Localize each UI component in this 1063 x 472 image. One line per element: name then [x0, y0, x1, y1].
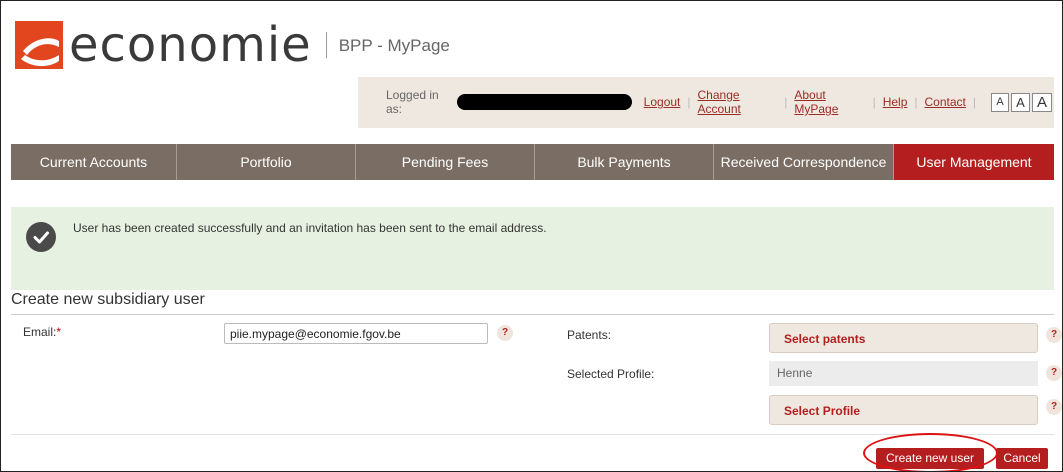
link-separator: | — [972, 95, 976, 109]
select-patents-button[interactable]: Select patents — [769, 323, 1038, 353]
form-footer-divider — [11, 434, 1054, 435]
font-small-button[interactable]: A — [991, 92, 1009, 112]
app-name: BPP - MyPage — [338, 36, 450, 55]
header-logo[interactable]: economie BPP - MyPage — [15, 15, 450, 75]
patents-label: Patents: — [567, 328, 612, 342]
select-profile-button[interactable]: Select Profile — [769, 395, 1038, 425]
link-separator: | — [872, 95, 876, 109]
page: economie BPP - MyPage Logged in as: Logo… — [0, 0, 1063, 472]
main-nav: Current Accounts Portfolio Pending Fees … — [11, 144, 1054, 180]
link-separator: | — [687, 95, 691, 109]
user-bar: Logged in as: Logout | Change Account | … — [358, 77, 1054, 128]
selected-profile-field: Henne — [769, 361, 1038, 386]
redacted-username — [456, 94, 632, 110]
help-link[interactable]: Help — [883, 95, 908, 109]
tab-current-accounts[interactable]: Current Accounts — [11, 144, 177, 180]
user-links: Logout | Change Account | About MyPage |… — [644, 88, 983, 116]
logo-text: economie — [69, 17, 312, 73]
logged-in-label: Logged in as: — [386, 88, 439, 116]
check-icon — [26, 222, 56, 252]
email-label: Email:* — [23, 325, 62, 339]
about-mypage-link[interactable]: About MyPage — [794, 88, 865, 116]
divider — [11, 314, 1054, 315]
change-account-link[interactable]: Change Account — [698, 88, 778, 116]
selected-profile-label: Selected Profile: — [567, 367, 655, 381]
link-separator: | — [914, 95, 918, 109]
tab-portfolio[interactable]: Portfolio — [177, 144, 356, 180]
email-field[interactable] — [224, 323, 488, 344]
create-new-user-button[interactable]: Create new user — [876, 448, 984, 469]
tab-pending-fees[interactable]: Pending Fees — [356, 144, 535, 180]
profile-help-icon[interactable]: ? — [1046, 365, 1062, 381]
cancel-button[interactable]: Cancel — [996, 448, 1048, 469]
email-help-icon[interactable]: ? — [497, 325, 513, 341]
logout-link[interactable]: Logout — [644, 95, 681, 109]
tab-bulk-payments[interactable]: Bulk Payments — [535, 144, 714, 180]
patents-help-icon[interactable]: ? — [1046, 327, 1062, 343]
form-title: Create new subsidiary user — [11, 291, 205, 308]
font-large-button[interactable]: A — [1032, 92, 1052, 112]
tab-user-management[interactable]: User Management — [894, 144, 1054, 180]
font-size-controls: A A A — [991, 92, 1054, 112]
economie-logo-icon — [15, 21, 63, 69]
tab-received-correspondence[interactable]: Received Correspondence — [714, 144, 894, 180]
contact-link[interactable]: Contact — [925, 95, 966, 109]
link-separator: | — [784, 95, 788, 109]
required-marker: * — [56, 325, 62, 339]
success-message: User has been created successfully and a… — [73, 221, 547, 235]
success-banner: User has been created successfully and a… — [11, 207, 1054, 290]
select-profile-help-icon[interactable]: ? — [1046, 399, 1062, 415]
font-medium-button[interactable]: A — [1011, 92, 1030, 112]
logo-divider — [325, 32, 327, 58]
